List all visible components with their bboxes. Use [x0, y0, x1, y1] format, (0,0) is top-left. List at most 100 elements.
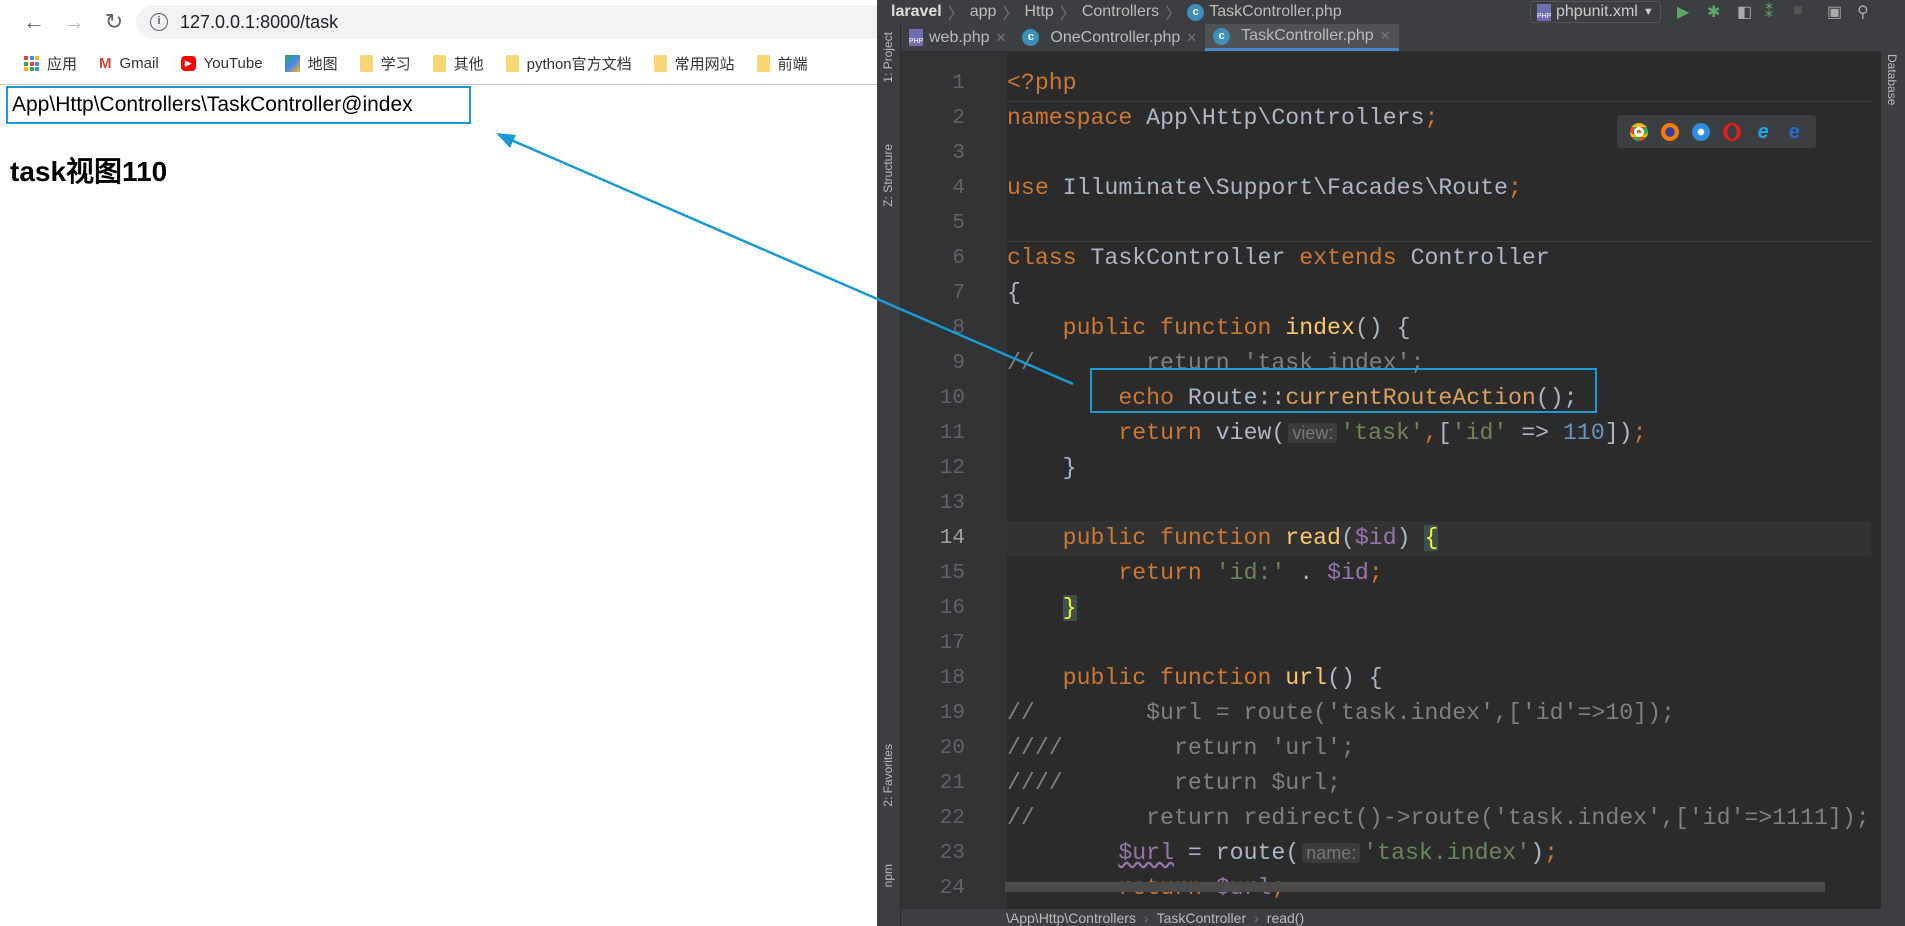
parameter-hint: name:	[1302, 843, 1361, 863]
bookmark-youtube[interactable]: ▶ YouTube	[180, 55, 263, 72]
class-icon: c	[1187, 3, 1205, 21]
code-line[interactable]: //// return $url;	[1007, 766, 1871, 801]
internet-explorer-icon[interactable]: e	[1754, 122, 1772, 142]
stop-icon[interactable]: ■	[1793, 2, 1803, 20]
bookmark-gmail[interactable]: M Gmail	[99, 55, 159, 72]
code-line[interactable]: //// return 'url';	[1007, 731, 1871, 766]
line-number[interactable]: 23	[925, 836, 965, 871]
status-crumb-namespace[interactable]: \App\Http\Controllers	[1006, 910, 1136, 926]
reload-icon[interactable]: ↻	[94, 9, 134, 35]
tool-project[interactable]: 1: Project	[881, 32, 895, 83]
status-crumb-class[interactable]: TaskController	[1157, 910, 1246, 926]
bookmark-folder-frontend[interactable]: 前端	[756, 53, 808, 74]
line-number[interactable]: 6	[925, 241, 965, 276]
opera-icon[interactable]	[1723, 122, 1742, 141]
code-editor[interactable]: <?php namespace App\Http\Controllers; use …	[1007, 52, 1871, 909]
code-line[interactable]	[1007, 626, 1871, 661]
run-config-select[interactable]: PHP phpunit.xml ▼	[1530, 1, 1661, 23]
code-line[interactable]: public function index() {	[1007, 311, 1871, 346]
coverage-icon[interactable]: ◧	[1737, 2, 1752, 22]
terminal-icon[interactable]: ▣	[1827, 2, 1842, 22]
code-line[interactable]: return 'id:' . $id;	[1007, 556, 1871, 591]
code-line[interactable]: class TaskController extends Controller	[1007, 241, 1871, 276]
line-number-gutter: 1 2 3 4 5 6 7 8 9 10 11 12 13 14 15 16 17 18 19 20 21 22 23 24	[901, 52, 1020, 909]
line-number[interactable]: 20	[925, 731, 965, 766]
line-number[interactable]: 7	[925, 276, 965, 311]
line-number[interactable]: 22	[925, 801, 965, 836]
tool-favorites[interactable]: 2: Favorites	[881, 744, 895, 807]
line-number[interactable]: 8	[925, 311, 965, 346]
code-token: () {	[1354, 315, 1411, 341]
tool-structure[interactable]: Z: Structure	[881, 144, 895, 207]
firefox-icon[interactable]	[1660, 122, 1679, 141]
code-line[interactable]: }	[1007, 591, 1871, 626]
code-line[interactable]	[1007, 486, 1871, 521]
code-line[interactable]: <?php	[1007, 66, 1871, 101]
breadcrumb-app[interactable]: app	[970, 3, 997, 21]
forward-icon[interactable]: →	[54, 9, 94, 35]
code-line[interactable]: public function read($id) {	[1007, 521, 1871, 556]
code-token: }	[1062, 595, 1077, 621]
run-icon[interactable]: ▶	[1677, 2, 1689, 22]
debug-icon[interactable]: ✱	[1707, 2, 1720, 22]
status-breadcrumbs: \App\Http\Controllers › TaskController › r…	[901, 909, 1881, 926]
code-line[interactable]: // return redirect()->route('task.index'…	[1007, 801, 1871, 836]
code-line[interactable]	[1007, 206, 1871, 241]
bookmark-folder-study[interactable]: 学习	[359, 53, 411, 74]
line-number[interactable]: 14	[925, 521, 965, 556]
line-number[interactable]: 13	[925, 486, 965, 521]
line-number[interactable]: 17	[925, 626, 965, 661]
breadcrumb-http[interactable]: Http	[1024, 3, 1053, 21]
profile-icon[interactable]: ⁑	[1765, 2, 1773, 22]
bookmark-folder-python[interactable]: python官方文档	[505, 53, 632, 74]
breadcrumb-file[interactable]: TaskController.php	[1209, 3, 1342, 21]
bookmark-folder-common[interactable]: 常用网站	[653, 53, 735, 74]
line-number[interactable]: 1	[925, 66, 965, 101]
code-token: TaskController	[1090, 245, 1300, 271]
line-number[interactable]: 9	[925, 346, 965, 381]
code-line[interactable]: $url = route(name:'task.index');	[1007, 836, 1871, 871]
search-icon[interactable]: ⚲	[1857, 2, 1869, 22]
code-line[interactable]: public function url() {	[1007, 661, 1871, 696]
tool-npm[interactable]: npm	[881, 864, 895, 887]
line-number[interactable]: 19	[925, 696, 965, 731]
line-number[interactable]: 11	[925, 416, 965, 451]
tab-web-php[interactable]: PHP web.php ✕	[901, 24, 1014, 51]
close-icon[interactable]: ✕	[1186, 30, 1197, 46]
line-number[interactable]: 15	[925, 556, 965, 591]
bookmark-label: 常用网站	[674, 56, 735, 73]
edge-icon[interactable]: e	[1785, 122, 1803, 142]
address-bar[interactable]: i 127.0.0.1:8000/task	[136, 5, 897, 39]
tool-database[interactable]: Database	[1885, 54, 1899, 105]
safari-icon[interactable]	[1691, 122, 1710, 141]
info-icon[interactable]: i	[150, 13, 168, 31]
tab-onecontroller[interactable]: c OneController.php ✕	[1014, 24, 1205, 51]
chrome-icon[interactable]	[1629, 122, 1648, 141]
status-crumb-method[interactable]: read()	[1267, 910, 1304, 926]
line-number[interactable]: 18	[925, 661, 965, 696]
line-number[interactable]: 16	[925, 591, 965, 626]
tab-taskcontroller[interactable]: c TaskController.php ✕	[1205, 24, 1399, 51]
bookmark-folder-other[interactable]: 其他	[432, 53, 484, 74]
code-line[interactable]: }	[1007, 451, 1871, 486]
line-number[interactable]: 10	[925, 381, 965, 416]
line-number[interactable]: 12	[925, 451, 965, 486]
close-icon[interactable]: ✕	[996, 30, 1007, 46]
line-number[interactable]: 4	[925, 171, 965, 206]
line-number[interactable]: 5	[925, 206, 965, 241]
code-line[interactable]: return view(view:'task',['id' => 110]);	[1007, 416, 1871, 451]
horizontal-scrollbar[interactable]	[1005, 882, 1825, 892]
line-number[interactable]: 3	[925, 136, 965, 171]
close-icon[interactable]: ✕	[1380, 28, 1391, 44]
code-line[interactable]: // $url = route('task.index',['id'=>10])…	[1007, 696, 1871, 731]
line-number[interactable]: 2	[925, 101, 965, 136]
line-number[interactable]: 24	[925, 871, 965, 906]
bookmark-apps[interactable]: 应用	[24, 53, 77, 74]
back-icon[interactable]: ←	[14, 9, 54, 35]
code-line[interactable]: {	[1007, 276, 1871, 311]
bookmark-maps[interactable]: 地图	[284, 53, 338, 74]
code-line[interactable]: use Illuminate\Support\Facades\Route;	[1007, 171, 1871, 206]
breadcrumb-project[interactable]: laravel	[891, 3, 942, 21]
breadcrumb-controllers[interactable]: Controllers	[1082, 3, 1159, 21]
line-number[interactable]: 21	[925, 766, 965, 801]
